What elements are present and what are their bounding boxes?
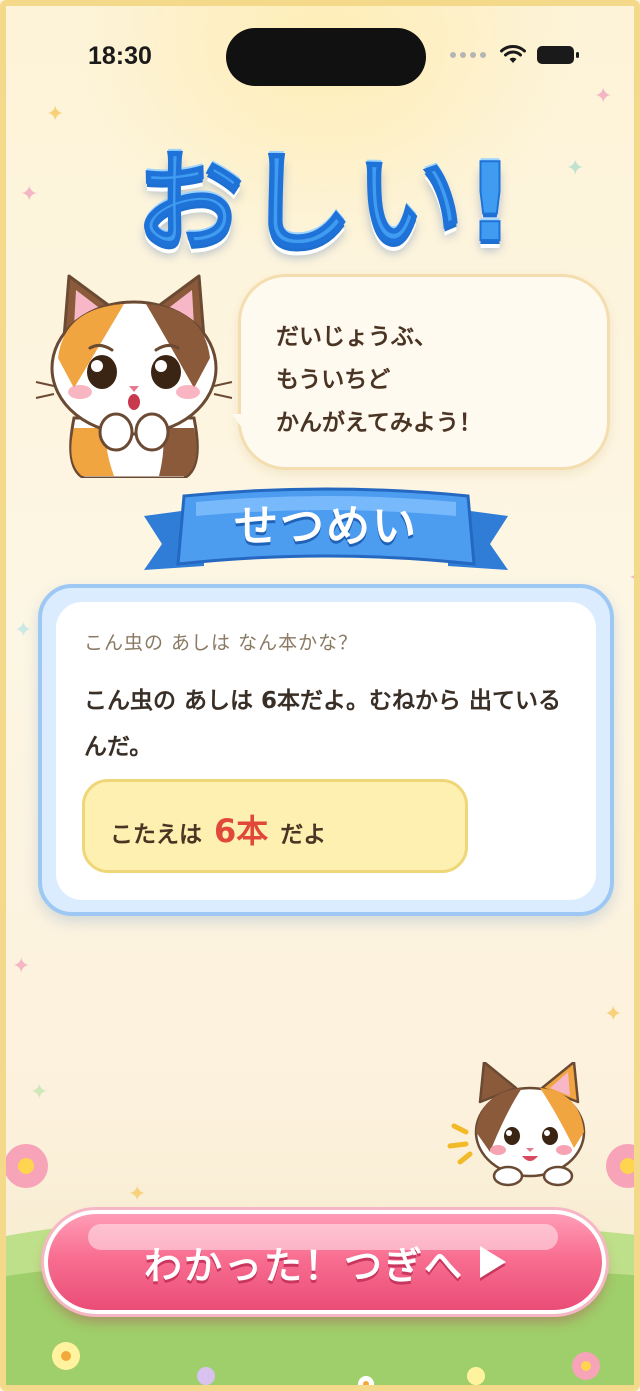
question-text: こん虫の あしは なん本かな？: [84, 632, 359, 654]
message-line: かんがえてみよう！: [276, 410, 482, 436]
speech-bubble-tail: [232, 414, 258, 450]
result-title: おしい!: [134, 140, 517, 267]
sparkle-icon: ✦: [604, 1002, 623, 1027]
next-button-label: わかった！つぎへ: [143, 1243, 464, 1288]
sparkle-icon: ✦: [30, 1080, 49, 1105]
status-time: 18:30: [88, 42, 152, 70]
battery-icon: [537, 46, 579, 64]
sparkle-icon: ✦: [12, 954, 31, 979]
happy-cat-illustration: [447, 1062, 586, 1187]
answer-line: こたえは 6本 だよ: [110, 806, 326, 852]
explanation-text: こん虫の あしは 6本だよ。むねから 出ているんだ。: [84, 688, 562, 760]
answer-value: 6本: [214, 812, 269, 850]
encouragement-message: だいじょうぶ、 もういちど かんがえてみよう！: [276, 316, 596, 445]
result-screen: 18:30 ✦ ✦ ✦ ✦ ✦ ✦ ✦ ✦ ✦ ✦ おしい!: [0, 0, 640, 1391]
sparkle-icon: ✦: [594, 84, 613, 109]
message-line: もういちど: [276, 367, 391, 393]
play-arrow-icon: [480, 1246, 506, 1278]
explanation-heading: せつめい: [234, 501, 418, 552]
answer-suffix: だよ: [280, 822, 327, 848]
next-button[interactable]: わかった！つぎへ: [44, 1210, 606, 1314]
sparkle-icon: ✦: [628, 566, 634, 591]
answer-prefix: こたえは: [110, 822, 202, 848]
dynamic-island: [226, 28, 426, 86]
signal-dots-icon: [450, 52, 486, 58]
worried-cat-illustration: [35, 274, 233, 478]
status-icons: [450, 44, 580, 66]
sparkle-icon: ✦: [14, 618, 33, 643]
wifi-icon: [500, 45, 526, 63]
message-line: だいじょうぶ、: [276, 324, 437, 350]
